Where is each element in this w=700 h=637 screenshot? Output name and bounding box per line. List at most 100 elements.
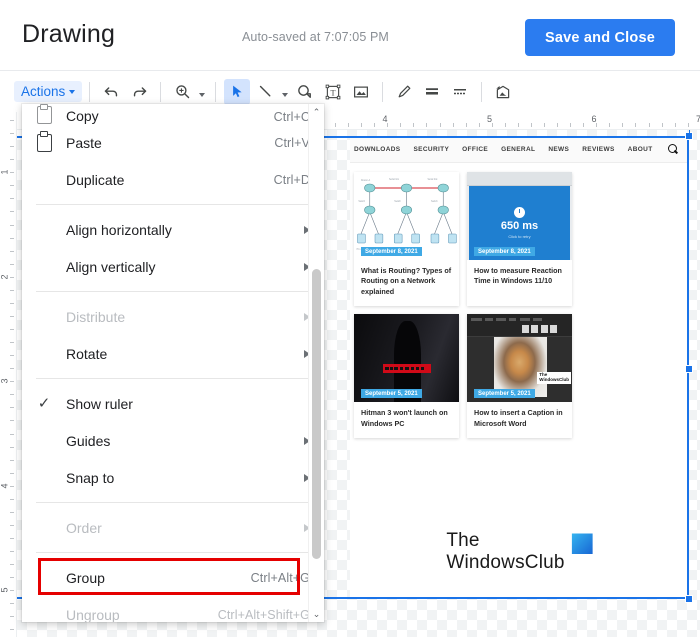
ruler-tick xyxy=(413,123,414,127)
site-nav-item[interactable]: GENERAL xyxy=(501,146,535,153)
menu-item-rotate[interactable]: Rotate xyxy=(22,335,324,372)
word-art-button[interactable] xyxy=(490,79,516,105)
svg-text:Switch: Switch xyxy=(358,200,365,203)
ruler-tick xyxy=(10,238,14,239)
card-thumbnail: Router-A Serial link Serial link Switch Swi… xyxy=(354,172,459,260)
card-date-badge: September 8, 2021 xyxy=(361,247,422,256)
text-box-tool-button[interactable]: T xyxy=(320,79,346,105)
article-card[interactable]: September 5, 2021 Hitman 3 won't launch … xyxy=(354,314,459,439)
menu-item-show-ruler[interactable]: ✓ Show ruler xyxy=(22,385,324,422)
menu-item-copy[interactable]: Copy Ctrl+C xyxy=(22,104,324,124)
article-card[interactable]: Router-A Serial link Serial link Switch Swi… xyxy=(354,172,459,307)
watermark-line-1: The xyxy=(446,530,480,552)
search-icon[interactable] xyxy=(667,143,679,155)
menu-item-label: Ungroup xyxy=(66,606,120,623)
site-nav-item[interactable]: SECURITY xyxy=(413,146,449,153)
menu-item-label: Rotate xyxy=(66,345,108,362)
article-card[interactable]: 650 ms Click to retry September 8, 2021 … xyxy=(467,172,572,307)
ruler-tick xyxy=(10,185,14,186)
ruler-tick xyxy=(426,123,427,127)
ruler-tick xyxy=(387,123,388,127)
scroll-down-arrow-icon[interactable]: ⌄ xyxy=(309,606,324,622)
site-nav-item[interactable]: OFFICE xyxy=(462,146,488,153)
line-weight-button[interactable] xyxy=(419,79,445,105)
ruler-tick xyxy=(10,538,14,539)
menu-divider xyxy=(36,291,324,292)
line-tool-button[interactable] xyxy=(252,79,278,105)
toolbar-divider xyxy=(160,81,162,102)
card-title: What is Routing? Types of Routing on a N… xyxy=(361,266,452,296)
menu-item-group[interactable]: Group Ctrl+Alt+G xyxy=(22,559,324,596)
ruler-number: 3 xyxy=(0,378,10,384)
menu-item-label: Copy xyxy=(66,108,99,124)
line-dash-button[interactable] xyxy=(447,79,473,105)
insert-image-button[interactable] xyxy=(348,79,374,105)
ruler-tick xyxy=(10,564,14,565)
menu-item-order: Order xyxy=(22,509,324,546)
toolbar-divider xyxy=(382,81,384,102)
clock-icon xyxy=(514,207,525,218)
cat-photo xyxy=(494,337,547,398)
card-thumbnail: September 5, 2021 xyxy=(354,314,459,403)
redo-button[interactable] xyxy=(126,79,152,105)
ruler-tick xyxy=(10,473,14,474)
menu-item-snap-to[interactable]: Snap to xyxy=(22,459,324,496)
actions-dropdown-menu[interactable]: Copy Ctrl+C Paste Ctrl+V Duplicate Ctrl+D Alig… xyxy=(22,104,324,622)
thumbnail-watermark: The WindowsClub xyxy=(537,372,571,385)
ruler-tick xyxy=(10,172,14,173)
menu-item-list: Copy Ctrl+C Paste Ctrl+V Duplicate Ctrl+D Alig… xyxy=(22,104,324,622)
menu-item-guides[interactable]: Guides xyxy=(22,422,324,459)
actions-menu-button[interactable]: Actions xyxy=(14,81,83,102)
zoom-button[interactable] xyxy=(169,79,195,105)
site-nav-item[interactable]: DOWNLOADS xyxy=(354,146,400,153)
ruler-tick xyxy=(10,120,14,121)
ruler-tick xyxy=(518,123,519,127)
menu-item-align-vertically[interactable]: Align vertically xyxy=(22,248,324,285)
site-nav-item[interactable]: NEWS xyxy=(548,146,569,153)
select-tool-button[interactable] xyxy=(224,78,251,105)
toolbar-divider xyxy=(481,81,483,102)
menu-item-paste[interactable]: Paste Ctrl+V xyxy=(22,124,324,161)
chevron-down-icon xyxy=(69,89,76,94)
site-nav-item[interactable]: REVIEWS xyxy=(582,146,614,153)
ruler-tick xyxy=(10,512,14,513)
toolbar-divider xyxy=(89,81,91,102)
menu-item-align-horizontally[interactable]: Align horizontally xyxy=(22,211,324,248)
ruler-tick xyxy=(466,123,467,127)
ruler-tick xyxy=(583,123,584,127)
word-ribbon xyxy=(467,314,572,338)
svg-text:Switch: Switch xyxy=(431,200,438,203)
paste-icon xyxy=(22,131,66,152)
save-and-close-button[interactable]: Save and Close xyxy=(525,19,675,56)
line-dropdown-icon[interactable] xyxy=(279,79,291,105)
menu-scrollbar[interactable]: ⌃ ⌄ xyxy=(308,104,324,622)
ruler-tick xyxy=(10,486,14,487)
menu-item-label: Distribute xyxy=(66,308,126,325)
card-date-badge: September 5, 2021 xyxy=(474,389,535,399)
menu-item-label: Group xyxy=(66,569,105,586)
ruler-tick xyxy=(675,123,676,127)
card-thumbnail: 650 ms Click to retry September 8, 2021 xyxy=(467,172,572,260)
zoom-dropdown-icon[interactable] xyxy=(196,79,208,105)
article-card[interactable]: The WindowsClub September 5, 2021 How to … xyxy=(467,314,572,439)
copy-icon xyxy=(22,104,66,124)
selected-drawing-object[interactable]: DOWNLOADS SECURITY OFFICE GENERAL NEWS REVIEW… xyxy=(350,136,689,599)
ruler-tick xyxy=(374,123,375,127)
site-nav-item[interactable]: ABOUT xyxy=(628,146,653,153)
menu-item-duplicate[interactable]: Duplicate Ctrl+D xyxy=(22,161,324,198)
menu-scrollbar-thumb[interactable] xyxy=(312,269,321,559)
shape-tool-button[interactable] xyxy=(292,79,318,105)
undo-button[interactable] xyxy=(98,79,124,105)
ruler-tick xyxy=(531,123,532,127)
svg-text:Router-A: Router-A xyxy=(361,179,370,182)
ruler-tick xyxy=(649,123,650,127)
site-nav-bar: DOWNLOADS SECURITY OFFICE GENERAL NEWS REVIEW… xyxy=(350,136,689,163)
ruler-tick xyxy=(10,225,14,226)
scroll-up-arrow-icon[interactable]: ⌃ xyxy=(309,104,324,120)
ruler-tick xyxy=(10,264,14,265)
menu-item-label: Paste xyxy=(66,134,102,151)
ruler-tick xyxy=(10,460,14,461)
menu-item-label: Order xyxy=(66,519,102,536)
pen-color-button[interactable] xyxy=(391,79,417,105)
menu-divider xyxy=(36,552,324,553)
